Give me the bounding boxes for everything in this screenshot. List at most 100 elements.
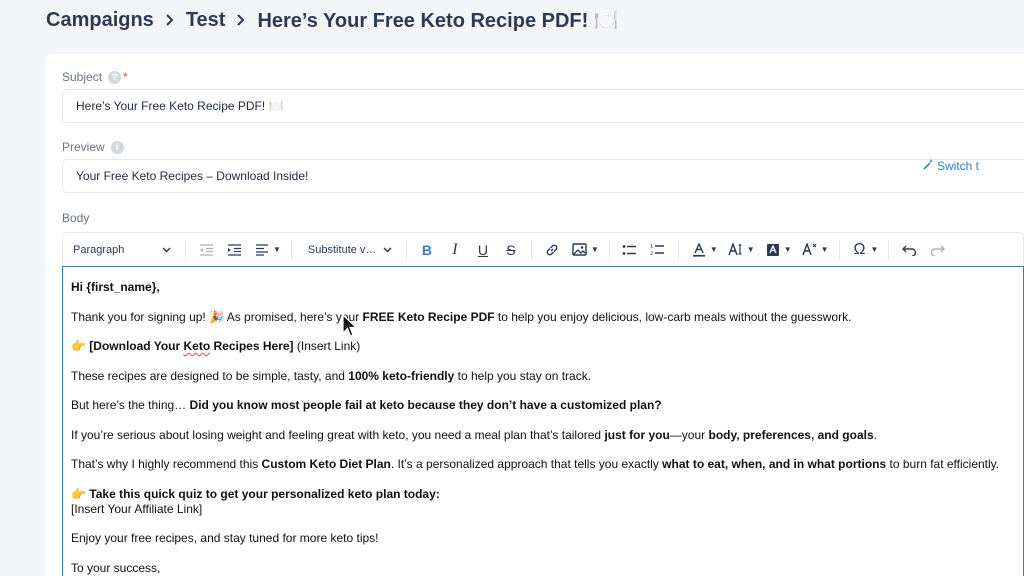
misspelled-word[interactable]: Keto xyxy=(184,339,211,353)
text-bold: what to eat, when, and in what portions xyxy=(662,457,887,471)
numbered-list-icon[interactable]: 12 xyxy=(645,237,671,263)
text: If you’re serious about losing weight an… xyxy=(71,427,605,442)
breadcrumb-current: Here’s Your Free Keto Recipe PDF! 🍽️ xyxy=(257,9,619,32)
substitute-select-value: Substitute v… xyxy=(307,243,377,256)
chevron-down-icon[interactable]: ▼ xyxy=(710,245,718,254)
strikethrough-icon[interactable]: S xyxy=(498,237,524,263)
link-icon[interactable] xyxy=(539,237,565,263)
help-icon[interactable]: ? xyxy=(108,70,122,84)
text-bold: Custom Keto Diet Plan xyxy=(261,457,391,471)
text-bold: [Download Your xyxy=(89,339,184,353)
text: Thank you for signing up! 🎉 As promised,… xyxy=(71,309,363,324)
chevron-down-icon[interactable]: ▼ xyxy=(821,245,829,254)
text: These recipes are designed to be simple,… xyxy=(71,368,349,383)
paragraph-signoff: To your success, xyxy=(71,561,1015,576)
chevron-right-icon xyxy=(164,13,176,27)
pointing-hand-emoji: 👉 xyxy=(71,339,90,353)
image-icon[interactable] xyxy=(567,237,593,263)
undo-icon[interactable] xyxy=(896,237,922,263)
body-label: Body xyxy=(62,211,89,225)
greeting-line: Hi {first_name}, xyxy=(71,280,1015,295)
underline-icon[interactable]: U xyxy=(470,237,496,263)
highlight-icon[interactable] xyxy=(760,237,786,263)
text: But here’s the thing… xyxy=(71,398,190,412)
paragraph-enjoy: Enjoy your free recipes, and stay tuned … xyxy=(71,531,1015,546)
toolbar-divider xyxy=(888,239,890,260)
greeting-text: Hi {first_name}, xyxy=(71,280,160,294)
font-size-icon[interactable] xyxy=(723,237,749,263)
editor-toolbar: Paragraph ▼ Substitute v… B I U S ▼ 12 ▼… xyxy=(62,232,1024,266)
svg-text:2: 2 xyxy=(650,251,653,256)
toolbar-divider xyxy=(608,239,610,260)
info-icon[interactable]: i xyxy=(110,140,124,154)
paragraph-question: But here’s the thing… Did you know most … xyxy=(71,398,1015,413)
outdent-icon[interactable] xyxy=(193,237,219,263)
chevron-down-icon[interactable]: ▼ xyxy=(784,245,792,254)
subject-input[interactable] xyxy=(62,89,1024,123)
text-bold: Recipes Here] xyxy=(210,339,294,353)
text-bold: 100% keto-friendly xyxy=(348,368,455,383)
breadcrumb-test[interactable]: Test xyxy=(186,9,226,32)
text: That’s why I highly recommend this xyxy=(71,457,262,471)
paragraph-download: 👉 [Download Your Keto Recipes Here] (Ins… xyxy=(71,339,1015,354)
paragraph-serious: If you’re serious about losing weight an… xyxy=(71,428,1015,443)
magic-wand-icon xyxy=(922,158,934,173)
switch-editor-label: Switch t xyxy=(937,158,980,173)
text: —your xyxy=(669,427,709,442)
italic-icon[interactable]: I xyxy=(442,237,468,263)
preview-label-text: Preview xyxy=(62,140,105,154)
text-bold: FREE Keto Recipe PDF xyxy=(362,309,495,324)
text-bold: just for you xyxy=(604,427,670,442)
chevron-right-icon xyxy=(235,13,247,27)
svg-text:1: 1 xyxy=(650,244,653,250)
preview-label: Preview i xyxy=(62,140,124,154)
chevron-down-icon[interactable]: ▼ xyxy=(273,245,281,254)
text: (Insert Link) xyxy=(293,339,361,353)
text-bold: Take this quick quiz to get your persona… xyxy=(89,486,440,501)
paragraph-recipes: These recipes are designed to be simple,… xyxy=(71,369,1015,384)
paragraph-recommend: That’s why I highly recommend this Custo… xyxy=(71,457,1015,472)
text-bold: Did you know most people fail at keto be… xyxy=(189,398,662,412)
text: . It’s a personalized approach that tell… xyxy=(390,457,663,471)
paragraph-select-value: Paragraph xyxy=(73,243,125,256)
substitute-select[interactable]: Substitute v… xyxy=(298,233,400,266)
email-body-editor[interactable]: Hi {first_name}, Thank you for signing u… xyxy=(62,266,1024,576)
preview-input[interactable] xyxy=(62,159,1024,193)
text-color-icon[interactable] xyxy=(686,237,712,263)
paragraph-quiz: 👉 Take this quick quiz to get your perso… xyxy=(71,487,1015,517)
align-icon[interactable] xyxy=(249,237,275,263)
chevron-down-icon[interactable]: ▼ xyxy=(871,245,879,254)
breadcrumb-campaigns[interactable]: Campaigns xyxy=(46,9,154,32)
paragraph-select[interactable]: Paragraph xyxy=(63,233,179,266)
indent-icon[interactable] xyxy=(221,237,247,263)
pointing-hand-emoji: 👉 xyxy=(71,486,90,501)
text: To your success, xyxy=(71,560,161,575)
required-marker: * xyxy=(123,70,128,84)
toolbar-divider xyxy=(530,239,532,260)
text: [Insert Your Affiliate Link] xyxy=(71,501,203,516)
toolbar-divider xyxy=(290,239,292,260)
chevron-down-icon[interactable]: ▼ xyxy=(591,245,599,254)
bold-icon[interactable]: B xyxy=(414,237,440,263)
text: to help you stay on track. xyxy=(454,368,592,383)
special-char-icon[interactable]: Ω xyxy=(847,237,873,263)
text: Enjoy your free recipes, and stay tuned … xyxy=(71,531,379,545)
chevron-down-icon xyxy=(383,244,392,256)
text-format-icon[interactable] xyxy=(797,237,823,263)
switch-editor-link[interactable]: Switch t xyxy=(922,158,979,173)
paragraph-thanks: Thank you for signing up! 🎉 As promised,… xyxy=(71,310,1015,325)
redo-icon[interactable] xyxy=(924,237,950,263)
breadcrumb: Campaigns Test Here’s Your Free Keto Rec… xyxy=(46,8,619,32)
toolbar-divider xyxy=(677,239,679,260)
chevron-down-icon xyxy=(162,244,171,256)
text: to help you enjoy delicious, low-carb me… xyxy=(494,309,852,324)
chevron-down-icon[interactable]: ▼ xyxy=(747,245,755,254)
toolbar-divider xyxy=(838,239,840,260)
bullet-list-icon[interactable] xyxy=(617,237,643,263)
toolbar-divider xyxy=(405,239,407,260)
toolbar-divider xyxy=(185,239,186,260)
body-label-text: Body xyxy=(62,211,90,225)
subject-label: Subject ? * xyxy=(62,70,128,84)
subject-label-text: Subject xyxy=(62,70,103,84)
text: . xyxy=(873,427,877,442)
